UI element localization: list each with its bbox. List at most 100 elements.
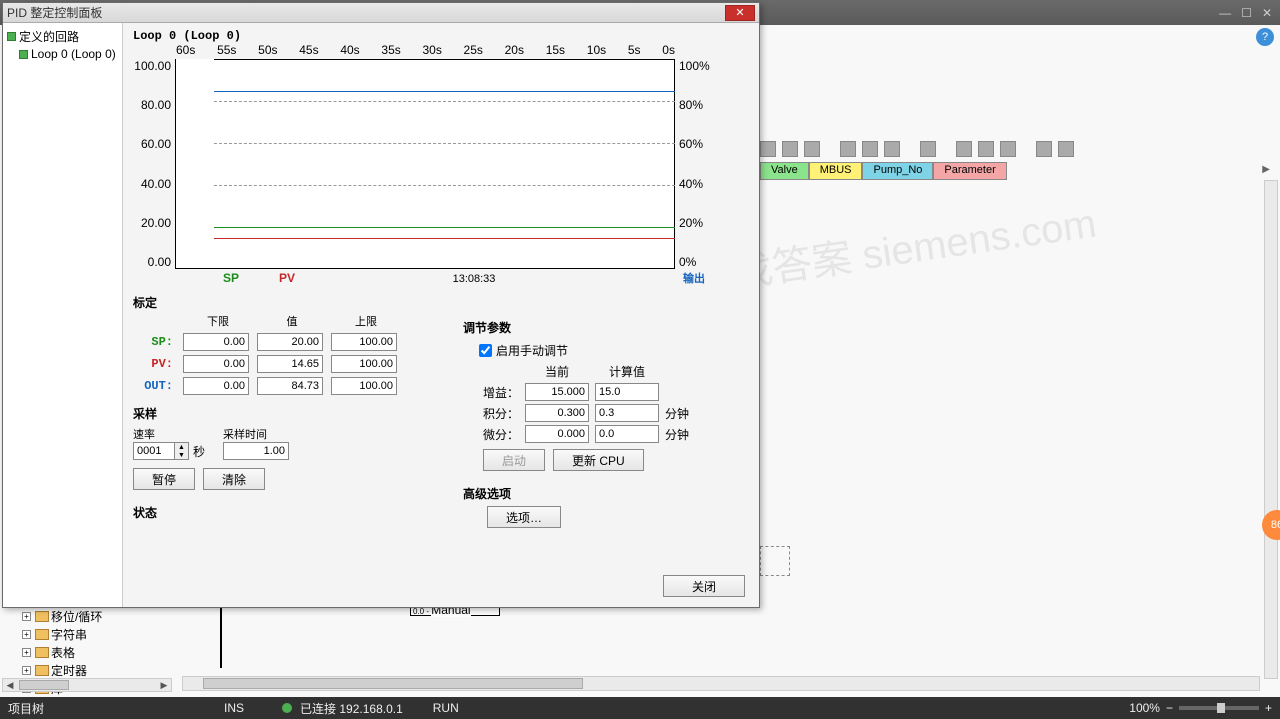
main-h-scrollbar[interactable] xyxy=(182,676,1260,691)
calib-pv-high[interactable] xyxy=(331,355,397,373)
close-icon[interactable]: ✕ xyxy=(1262,6,1272,20)
expand-icon[interactable]: + xyxy=(22,612,31,621)
chart-y-right: 100% 80% 60% 40% 20% 0% xyxy=(675,59,717,269)
calib-sp-low[interactable] xyxy=(183,333,249,351)
help-icon[interactable]: ? xyxy=(1256,28,1274,46)
tool-icon[interactable] xyxy=(760,141,776,157)
dialog-loop-tree: 定义的回路 Loop 0 (Loop 0) xyxy=(3,23,123,607)
zoom-in-icon[interactable]: + xyxy=(1265,701,1272,715)
start-button[interactable]: 启动 xyxy=(483,449,545,471)
clear-button[interactable]: 清除 xyxy=(203,468,265,490)
tool-icon[interactable] xyxy=(920,141,936,157)
tab-mbus[interactable]: MBUS xyxy=(809,162,863,180)
status-connected: 已连接 192.168.0.1 xyxy=(300,700,403,717)
calib-hdr-low: 下限 xyxy=(183,313,253,329)
ladder-rail xyxy=(220,608,222,668)
calib-pv-low[interactable] xyxy=(183,355,249,373)
enable-manual-checkbox[interactable] xyxy=(479,344,492,357)
calib-hdr-val: 值 xyxy=(257,313,327,329)
chart-series-pv xyxy=(214,238,675,239)
scroll-right-icon[interactable]: ▶ xyxy=(157,679,171,691)
tuning-section: 调节参数 启用手动调节 当前 计算值 增益： 积分： xyxy=(463,319,733,528)
tree-item[interactable]: +表格 xyxy=(4,644,169,662)
deriv-calc[interactable] xyxy=(595,425,659,443)
folder-icon xyxy=(35,629,49,640)
expand-icon[interactable]: + xyxy=(22,666,31,675)
calib-hdr-high: 上限 xyxy=(331,313,401,329)
dialog-close-button[interactable]: ✕ xyxy=(725,5,755,21)
integral-current[interactable] xyxy=(525,404,589,422)
status-run: RUN xyxy=(433,701,459,715)
tool-icon[interactable] xyxy=(1058,141,1074,157)
calib-out-val[interactable] xyxy=(257,377,323,395)
tree-loop0[interactable]: Loop 0 (Loop 0) xyxy=(5,46,120,62)
calib-sp-high[interactable] xyxy=(331,333,397,351)
tool-icon[interactable] xyxy=(782,141,798,157)
scroll-thumb[interactable] xyxy=(203,678,583,689)
update-cpu-button[interactable]: 更新 CPU xyxy=(553,449,644,471)
chart-title: Loop 0 (Loop 0) xyxy=(133,29,749,43)
gain-current[interactable] xyxy=(525,383,589,401)
dialog-titlebar[interactable]: PID 整定控制面板 ✕ xyxy=(3,3,759,23)
scroll-left-icon[interactable]: ◀ xyxy=(3,679,17,691)
tool-icon[interactable] xyxy=(804,141,820,157)
calib-sp-label: SP: xyxy=(133,335,179,349)
tab-parameter[interactable]: Parameter xyxy=(933,162,1006,180)
advanced-label: 高级选项 xyxy=(463,485,733,502)
tool-icon[interactable] xyxy=(840,141,856,157)
spin-up-icon[interactable]: ▲ xyxy=(175,443,188,451)
tool-icon[interactable] xyxy=(978,141,994,157)
maximize-icon[interactable]: ☐ xyxy=(1241,6,1252,20)
expand-icon[interactable]: + xyxy=(22,630,31,639)
legend-sp: SP xyxy=(223,271,239,285)
status-project-tree: 项目树 xyxy=(8,700,44,717)
tool-icon[interactable] xyxy=(884,141,900,157)
folder-icon xyxy=(35,611,49,622)
tool-icon[interactable] xyxy=(956,141,972,157)
calib-out-high[interactable] xyxy=(331,377,397,395)
tuning-cols: 当前 计算值 xyxy=(525,363,733,380)
zoom-out-icon[interactable]: − xyxy=(1166,701,1173,715)
integral-unit: 分钟 xyxy=(665,405,689,422)
dialog-title-text: PID 整定控制面板 xyxy=(7,4,102,21)
tab-pump[interactable]: Pump_No xyxy=(862,162,933,180)
spin-down-icon[interactable]: ▼ xyxy=(175,451,188,459)
tab-valve[interactable]: Valve xyxy=(760,162,809,180)
tree-root[interactable]: 定义的回路 xyxy=(5,27,120,46)
pause-button[interactable]: 暂停 xyxy=(133,468,195,490)
rate-label: 速率 xyxy=(133,426,205,442)
calib-out-low[interactable] xyxy=(183,377,249,395)
bg-vertical-scrollbar[interactable] xyxy=(1264,180,1278,679)
integral-calc[interactable] xyxy=(595,404,659,422)
enable-manual-label: 启用手动调节 xyxy=(496,342,568,359)
pid-tuning-dialog: PID 整定控制面板 ✕ 定义的回路 Loop 0 (Loop 0) Loop … xyxy=(2,2,760,608)
sample-time-input[interactable] xyxy=(223,442,289,460)
tool-icon[interactable] xyxy=(1036,141,1052,157)
minimize-icon[interactable]: — xyxy=(1219,6,1231,20)
tab-scroll-right-icon[interactable]: ▶ xyxy=(1260,162,1272,180)
tree-item[interactable]: +移位/循环 xyxy=(4,608,169,626)
tool-icon[interactable] xyxy=(862,141,878,157)
options-button[interactable]: 选项… xyxy=(487,506,561,528)
chart-series-out xyxy=(214,91,675,92)
zoom-slider[interactable] xyxy=(1179,706,1259,710)
calib-sp-val[interactable] xyxy=(257,333,323,351)
bg-window-controls: — ☐ ✕ xyxy=(1219,6,1272,20)
scroll-thumb[interactable] xyxy=(19,680,69,690)
status-ins: INS xyxy=(224,701,244,715)
deriv-current[interactable] xyxy=(525,425,589,443)
tree-h-scrollbar[interactable]: ◀ ▶ xyxy=(2,678,172,692)
chart-plot: 60s55s50s45s40s35s30s25s20s15s10s5s0s xyxy=(175,59,675,269)
gain-calc[interactable] xyxy=(595,383,659,401)
chart-series-sp xyxy=(214,227,675,228)
calib-pv-val[interactable] xyxy=(257,355,323,373)
rate-spinner[interactable]: ▲▼ xyxy=(175,442,189,460)
close-button[interactable]: 关闭 xyxy=(663,575,745,597)
tool-icon[interactable] xyxy=(1000,141,1016,157)
expand-icon[interactable]: + xyxy=(22,648,31,657)
rate-input[interactable] xyxy=(133,442,175,460)
integral-label: 积分： xyxy=(463,405,519,422)
tree-item[interactable]: +字符串 xyxy=(4,626,169,644)
calib-pv-label: PV: xyxy=(133,357,179,371)
bg-tabs: Valve MBUS Pump_No Parameter ▶ xyxy=(760,162,1272,180)
